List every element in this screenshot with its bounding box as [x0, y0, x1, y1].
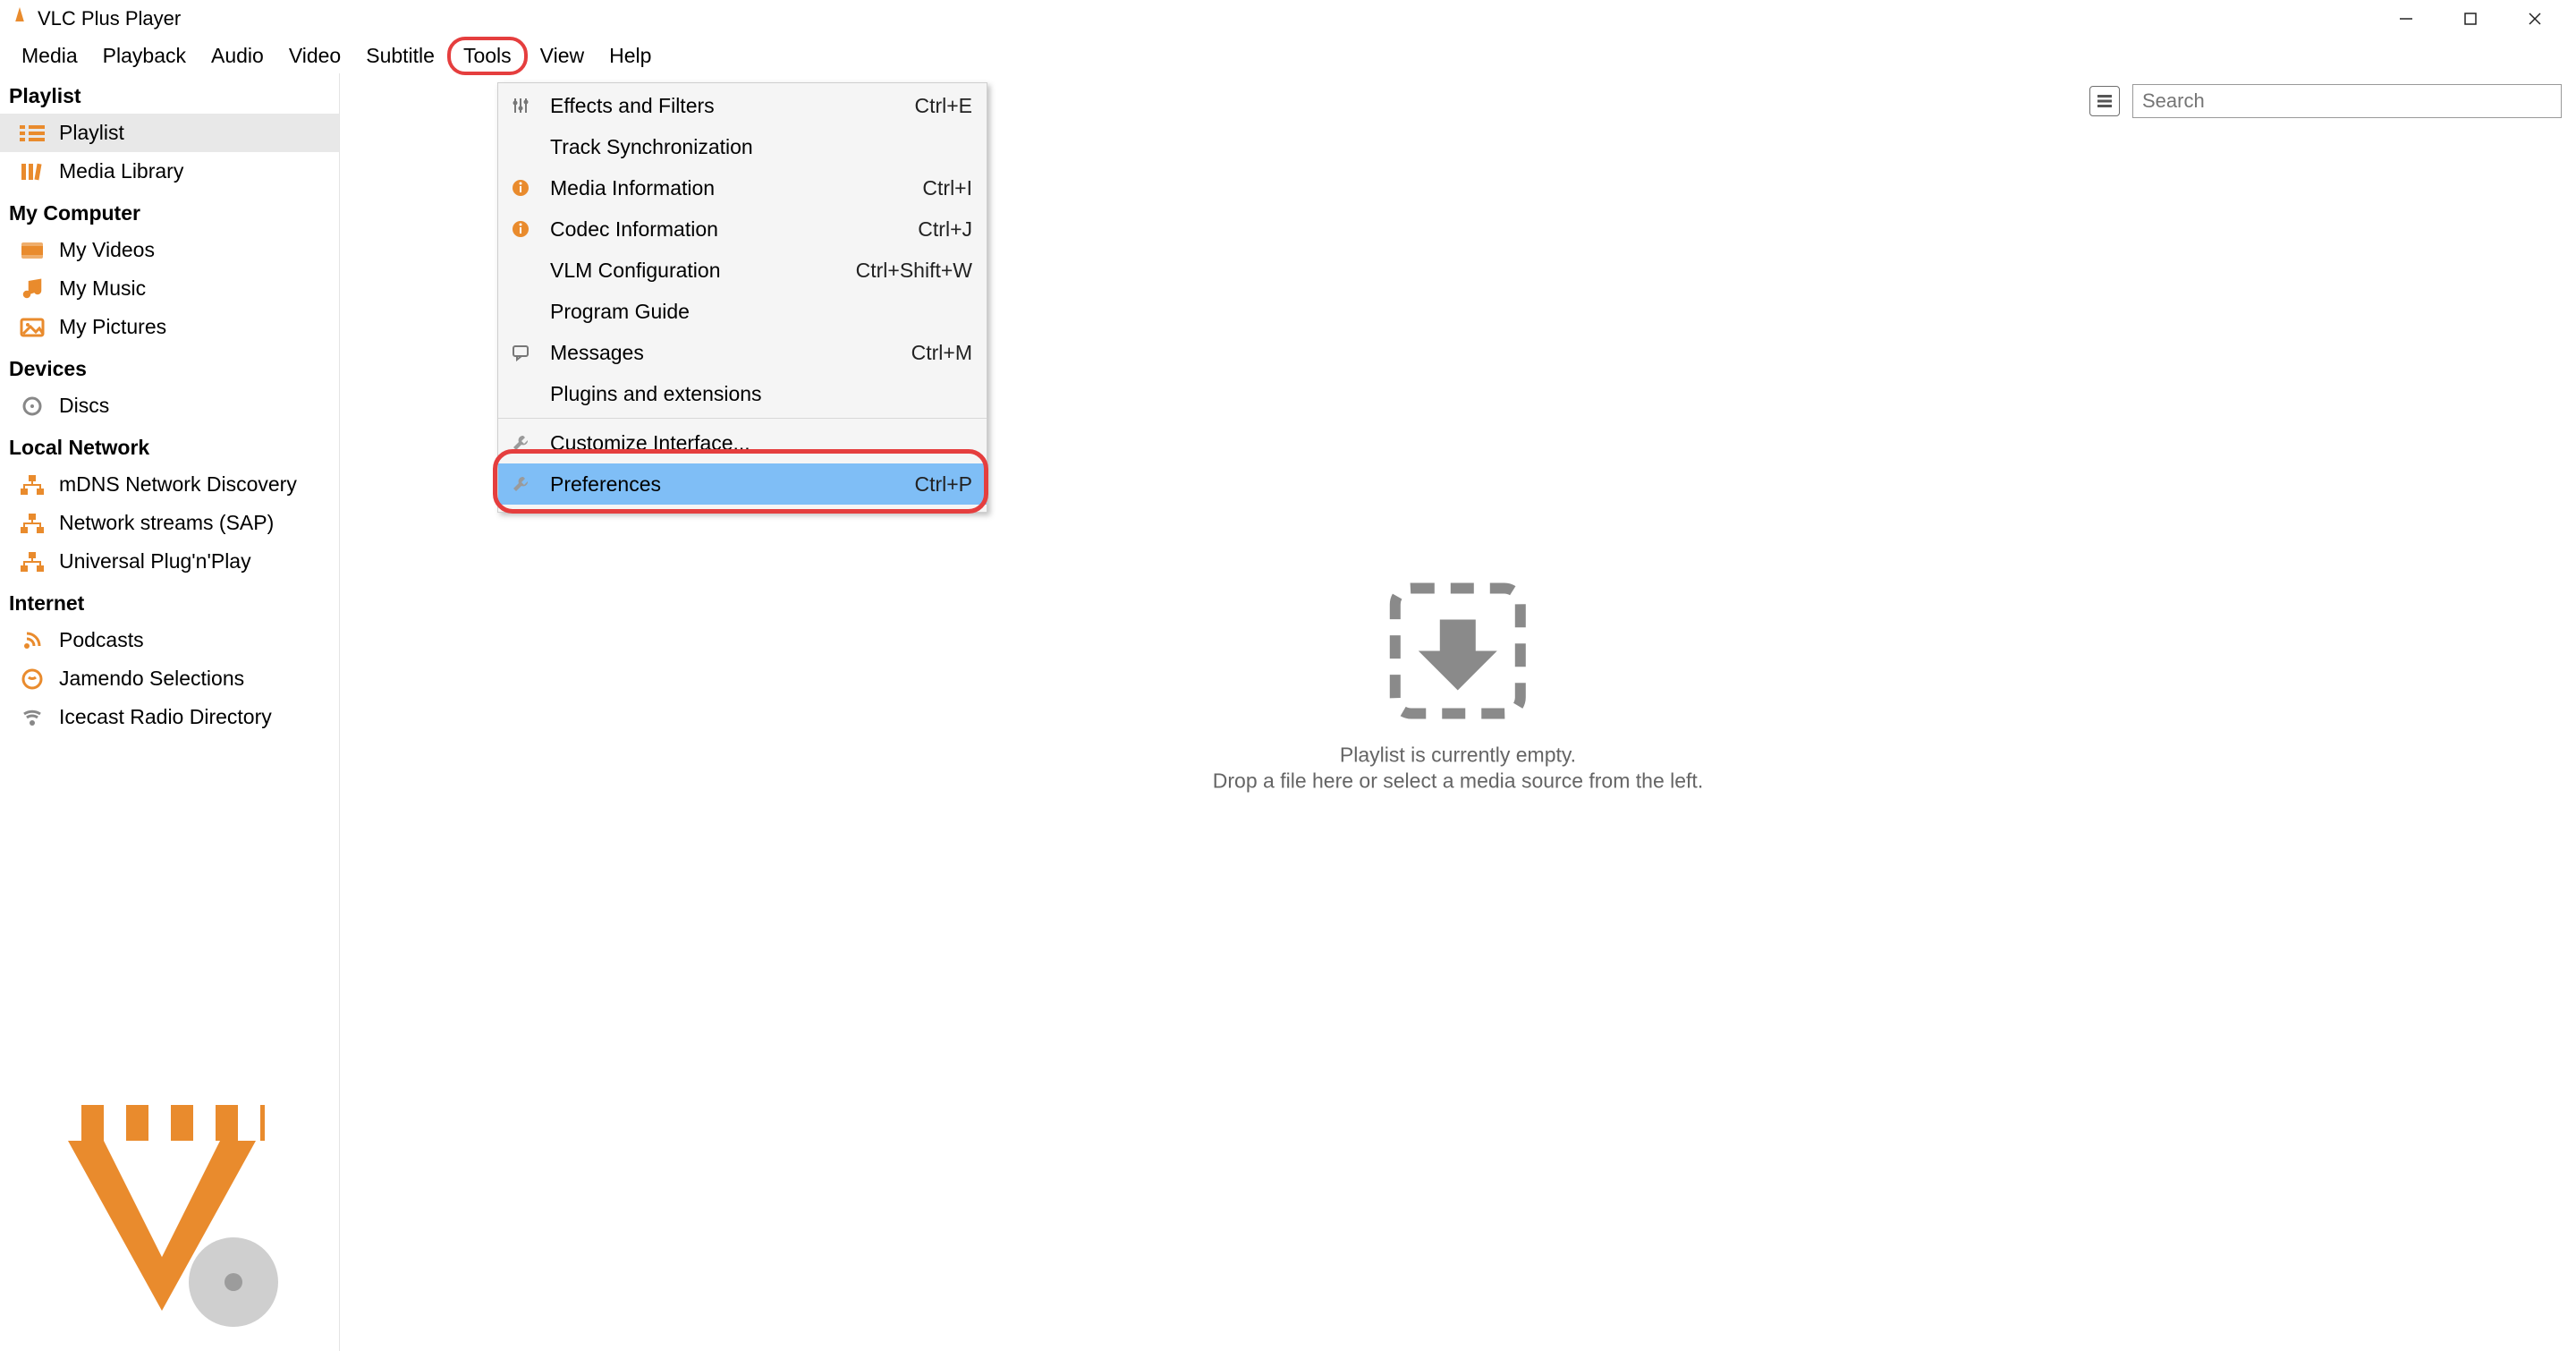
tools-dropdown: Effects and Filters Ctrl+E Track Synchroni… [497, 82, 987, 513]
music-icon [18, 277, 47, 301]
close-button[interactable] [2503, 0, 2567, 38]
menu-item-shortcut: Ctrl+E [914, 94, 972, 118]
sidebar-item-label: My Music [59, 276, 146, 301]
sidebar-header-devices: Devices [0, 346, 339, 387]
sidebar-item-label: mDNS Network Discovery [59, 472, 297, 497]
network-icon [18, 473, 47, 497]
sidebar-item-label: Universal Plug'n'Play [59, 549, 251, 574]
playlist-icon [18, 122, 47, 145]
menu-video[interactable]: Video [276, 40, 353, 72]
network-icon [18, 550, 47, 574]
sidebar-item-label: Network streams (SAP) [59, 511, 274, 535]
menu-item-shortcut: Ctrl+J [918, 217, 972, 242]
podcast-icon [18, 629, 47, 652]
menu-item-label: Messages [550, 341, 895, 365]
sidebar-item-playlist[interactable]: Playlist [0, 114, 339, 152]
menu-item-label: Track Synchronization [550, 135, 956, 159]
menu-item-label: Customize Interface... [550, 431, 956, 455]
titlebar: VLC Plus Player [0, 0, 2576, 38]
menu-item-label: Media Information [550, 176, 906, 200]
menu-playback[interactable]: Playback [90, 40, 199, 72]
window-title: VLC Plus Player [38, 7, 181, 30]
wrench-icon [507, 434, 534, 452]
jamendo-icon [18, 667, 47, 691]
tools-menu-item-preferences[interactable]: Preferences Ctrl+P [498, 463, 987, 505]
sidebar-header-playlist: Playlist [0, 73, 339, 114]
sidebar-item-label: My Videos [59, 238, 155, 262]
info-icon [507, 220, 534, 238]
menu-audio[interactable]: Audio [199, 40, 276, 72]
sidebar-item-discs[interactable]: Discs [0, 387, 339, 425]
sidebar-item-podcasts[interactable]: Podcasts [0, 621, 339, 659]
sidebar-item-label: Discs [59, 394, 109, 418]
empty-line-2: Drop a file here or select a media sourc… [1213, 769, 1703, 794]
sidebar-item-mdns[interactable]: mDNS Network Discovery [0, 465, 339, 504]
message-icon [507, 344, 534, 361]
tools-menu-item-effects-and-filters[interactable]: Effects and Filters Ctrl+E [498, 85, 987, 126]
menu-help[interactable]: Help [597, 40, 664, 72]
menu-item-shortcut: Ctrl+M [911, 341, 972, 365]
app-icon [9, 5, 30, 33]
sidebar-item-jamendo[interactable]: Jamendo Selections [0, 659, 339, 698]
wrench-icon [507, 475, 534, 493]
search-input[interactable] [2132, 84, 2562, 118]
tools-menu-item-vlm-configuration[interactable]: VLM Configuration Ctrl+Shift+W [498, 250, 987, 291]
sidebar-item-label: Media Library [59, 159, 183, 183]
menu-item-label: VLM Configuration [550, 259, 840, 283]
sidebar-item-label: Playlist [59, 121, 124, 145]
menu-item-label: Codec Information [550, 217, 902, 242]
menu-item-shortcut: Ctrl+I [922, 176, 972, 200]
menubar: Media Playback Audio Video Subtitle Tool… [0, 38, 2576, 73]
view-toggle-button[interactable] [2089, 86, 2120, 116]
menu-media[interactable]: Media [9, 40, 90, 72]
menu-item-shortcut: Ctrl+Shift+W [856, 259, 972, 283]
minimize-button[interactable] [2374, 0, 2438, 38]
tools-menu-item-program-guide[interactable]: Program Guide [498, 291, 987, 332]
tools-menu-item-messages[interactable]: Messages Ctrl+M [498, 332, 987, 373]
sidebar-item-media-library[interactable]: Media Library [0, 152, 339, 191]
sidebar-item-label: Jamendo Selections [59, 667, 244, 691]
app-logo [41, 1087, 283, 1335]
tools-menu-item-media-information[interactable]: Media Information Ctrl+I [498, 167, 987, 208]
sidebar-item-label: Podcasts [59, 628, 144, 652]
sidebar-header-internet: Internet [0, 581, 339, 621]
menu-subtitle[interactable]: Subtitle [353, 40, 447, 72]
network-icon [18, 512, 47, 535]
picture-icon [18, 316, 47, 339]
sidebar-item-sap[interactable]: Network streams (SAP) [0, 504, 339, 542]
sidebar-item-icecast[interactable]: Icecast Radio Directory [0, 698, 339, 736]
tools-menu-item-customize-interface[interactable]: Customize Interface... [498, 422, 987, 463]
sidebar-item-upnp[interactable]: Universal Plug'n'Play [0, 542, 339, 581]
sidebar-item-label: My Pictures [59, 315, 166, 339]
disc-icon [18, 395, 47, 418]
tools-menu-item-codec-information[interactable]: Codec Information Ctrl+J [498, 208, 987, 250]
sidebar-item-my-pictures[interactable]: My Pictures [0, 308, 339, 346]
tools-menu-item-plugins-and-extensions[interactable]: Plugins and extensions [498, 373, 987, 414]
sidebar-item-label: Icecast Radio Directory [59, 705, 272, 729]
info-icon [507, 179, 534, 197]
maximize-button[interactable] [2438, 0, 2503, 38]
menu-item-label: Program Guide [550, 300, 956, 324]
empty-line-1: Playlist is currently empty. [1213, 743, 1703, 768]
drop-icon [1386, 580, 1530, 723]
menu-item-label: Plugins and extensions [550, 382, 956, 406]
menu-view[interactable]: View [528, 40, 597, 72]
menu-tools[interactable]: Tools [447, 37, 528, 75]
menu-item-label: Effects and Filters [550, 94, 898, 118]
menu-item-shortcut: Ctrl+P [914, 472, 972, 497]
video-icon [18, 239, 47, 262]
playlist-empty-state: Playlist is currently empty. Drop a file… [1213, 580, 1703, 794]
sidebar-header-my-computer: My Computer [0, 191, 339, 231]
sliders-icon [507, 97, 534, 115]
sidebar-item-my-music[interactable]: My Music [0, 269, 339, 308]
tools-menu-item-track-synchronization[interactable]: Track Synchronization [498, 126, 987, 167]
menu-item-label: Preferences [550, 472, 898, 497]
sidebar-item-my-videos[interactable]: My Videos [0, 231, 339, 269]
radio-icon [18, 706, 47, 729]
library-icon [18, 160, 47, 183]
sidebar-header-local-network: Local Network [0, 425, 339, 465]
